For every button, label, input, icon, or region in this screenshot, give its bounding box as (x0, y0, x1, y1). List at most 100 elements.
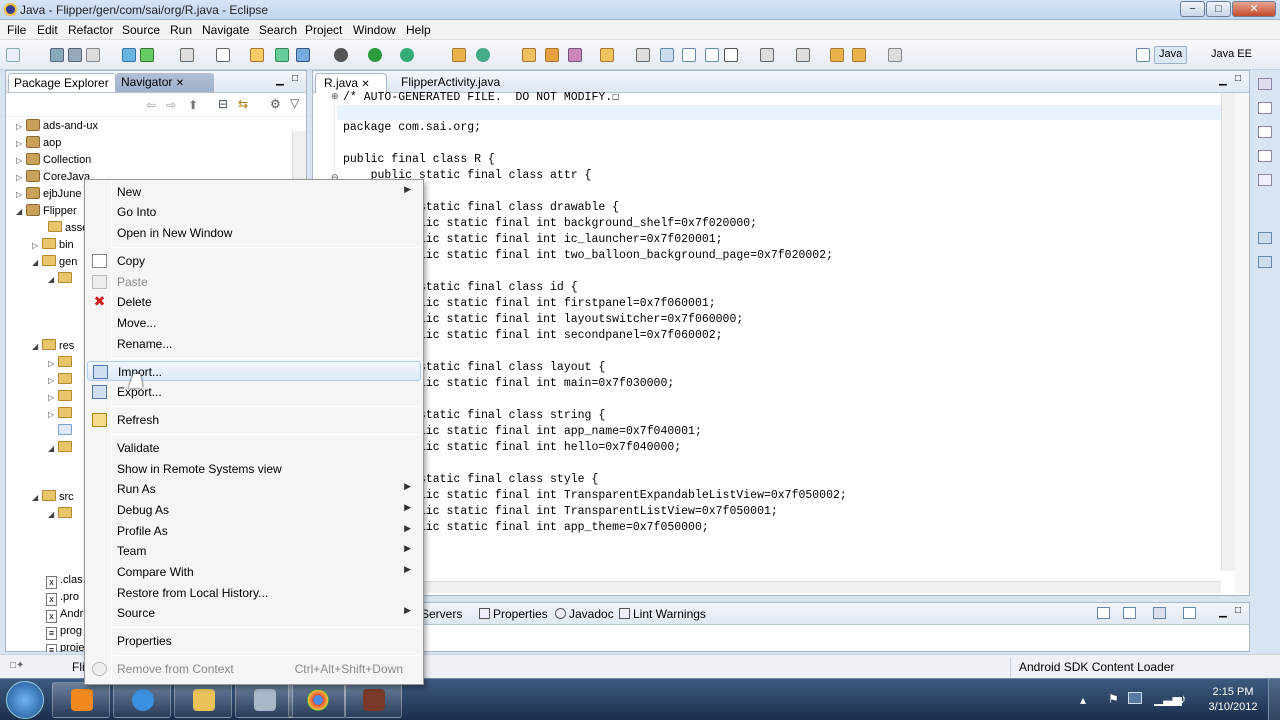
fast-view-icon[interactable]: □✦ (10, 660, 24, 671)
back-arrow-icon[interactable]: ⇦ (146, 98, 156, 112)
prev-annotation-icon[interactable] (796, 48, 810, 62)
tree-item[interactable]: asse (38, 221, 88, 238)
perspective-javaee[interactable]: Java EE (1206, 46, 1257, 64)
minimize-editor-icon[interactable]: ▁ (1219, 75, 1227, 86)
start-orb-icon[interactable] (6, 681, 44, 719)
filter-icon[interactable]: ⚙ (270, 97, 281, 111)
open-resource-icon[interactable] (545, 48, 559, 62)
tree-item[interactable] (48, 424, 75, 441)
menu-item-source[interactable]: Source ▶ (87, 603, 421, 623)
tree-item[interactable]: ◢ gen (32, 255, 77, 272)
menu-item-move[interactable]: Move... (87, 313, 421, 333)
taskbar-game[interactable] (344, 682, 402, 718)
menu-item-go-into[interactable]: Go Into (87, 202, 421, 222)
menu-search[interactable]: Search (259, 23, 297, 37)
menu-item-new[interactable]: New ▶ (87, 182, 421, 202)
maximize-button[interactable]: □ (1206, 1, 1231, 17)
tree-item[interactable]: ▷ aop (16, 136, 61, 153)
editor-vertical-scrollbar[interactable] (1221, 93, 1235, 571)
android-sdk-icon[interactable] (122, 48, 136, 62)
tree-item[interactable]: x .pro (46, 591, 79, 608)
up-icon[interactable]: ⬆ (188, 98, 198, 112)
link-editor-icon[interactable]: ⇆ (238, 97, 248, 111)
tree-item[interactable]: ◢ res (32, 339, 74, 356)
debug-icon[interactable] (334, 48, 348, 62)
taskbar-media-player[interactable] (52, 682, 110, 718)
menu-item-validate[interactable]: Validate (87, 438, 421, 458)
menu-window[interactable]: Window (353, 23, 396, 37)
open-type-icon[interactable] (452, 48, 466, 62)
outline-icon[interactable] (1258, 102, 1272, 114)
tree-item[interactable]: ◢ (48, 507, 75, 524)
menu-file[interactable]: File (7, 23, 26, 37)
show-desktop-button[interactable] (1268, 679, 1280, 720)
menu-item-open-in-new-window[interactable]: Open in New Window (87, 223, 421, 243)
taskbar-internet-explorer[interactable] (113, 682, 171, 718)
menu-run[interactable]: Run (170, 23, 192, 37)
menu-item-run-as[interactable]: Run As ▶ (87, 479, 421, 499)
menu-edit[interactable]: Edit (37, 23, 58, 37)
new-class-icon[interactable] (275, 48, 289, 62)
tree-item[interactable]: ▷ (48, 407, 75, 424)
menu-item-team[interactable]: Team ▶ (87, 541, 421, 561)
maximize-view-icon[interactable]: □ (292, 73, 298, 84)
print-icon[interactable] (86, 48, 100, 62)
open-console-icon[interactable] (1183, 607, 1196, 619)
taskbar-eclipse[interactable] (235, 682, 293, 718)
save-icon[interactable] (50, 48, 64, 62)
menu-item-profile-as[interactable]: Profile As ▶ (87, 521, 421, 541)
last-edit-icon[interactable] (830, 48, 844, 62)
back-icon[interactable] (852, 48, 866, 62)
devices-icon[interactable] (1258, 232, 1272, 244)
close-button[interactable]: ✕ (1232, 1, 1276, 17)
tree-item[interactable]: ▷ (48, 373, 75, 390)
tree-item[interactable]: ≡ proje (46, 642, 84, 652)
menu-item-paste[interactable]: Paste (87, 272, 421, 292)
tree-item[interactable]: ▷ ejbJune (16, 187, 82, 204)
editor-horizontal-scrollbar[interactable] (337, 581, 1221, 593)
folder-icon[interactable] (600, 48, 614, 62)
restore-icon[interactable] (1258, 78, 1272, 90)
tree-item[interactable]: ≡ prog (46, 625, 82, 642)
new-java-class-icon[interactable] (476, 48, 490, 62)
tab-package-explorer[interactable]: Package Explorer (8, 73, 116, 92)
menu-item-compare-with[interactable]: Compare With ▶ (87, 562, 421, 582)
menu-refactor[interactable]: Refactor (68, 23, 113, 37)
pin-icon[interactable] (1123, 607, 1136, 619)
task-list-icon[interactable] (1258, 150, 1272, 162)
tab-navigator[interactable]: Navigator ✕ (116, 73, 214, 92)
minimize-button[interactable]: − (1180, 1, 1205, 17)
task-icon[interactable] (216, 48, 230, 62)
new-interface-icon[interactable] (296, 48, 310, 62)
menu-item-properties[interactable]: Properties (87, 631, 421, 651)
tree-item[interactable]: ◢ src (32, 490, 74, 507)
tree-item[interactable]: ▷ CoreJava (16, 170, 90, 187)
tab-lint-warnings[interactable]: Lint Warnings (615, 606, 710, 624)
menu-item-show-in-remote-systems[interactable]: Show in Remote Systems view (87, 459, 421, 479)
menu-navigate[interactable]: Navigate (202, 23, 249, 37)
run-external-icon[interactable] (400, 48, 414, 62)
close-icon[interactable]: ✕ (176, 78, 184, 89)
new-icon[interactable] (6, 48, 20, 62)
code-line[interactable]: /* AUTO-GENERATED FILE. DO NOT MODIFY.☐ (343, 89, 619, 105)
menu-item-debug-as[interactable]: Debug As ▶ (87, 500, 421, 520)
open-folder-icon[interactable] (522, 48, 536, 62)
menu-item-remove-from-context[interactable]: Remove from Context Ctrl+Alt+Shift+Down (87, 659, 421, 679)
tree-item[interactable]: x Andr (46, 608, 83, 625)
code-line[interactable]: package com.sai.org; (343, 121, 481, 137)
block-select-icon[interactable] (705, 48, 719, 62)
fold-icon[interactable]: ⊕ (331, 91, 339, 102)
taskbar-chrome[interactable] (288, 682, 346, 718)
show-whitespace-icon[interactable] (724, 48, 738, 62)
tree-item[interactable]: ▷ Collection (16, 153, 91, 170)
minimize-view-icon[interactable]: ▁ (276, 75, 284, 86)
menu-item-delete[interactable]: ✖ Delete (87, 292, 421, 312)
new-package-icon[interactable] (250, 48, 264, 62)
volume-icon[interactable]: ♪ (1180, 691, 1187, 706)
android-avd-icon[interactable] (140, 48, 154, 62)
tree-item[interactable]: ▷ bin (32, 238, 74, 255)
tree-item[interactable]: ◢ Flipper (16, 204, 77, 221)
taskbar-windows-explorer[interactable] (174, 682, 232, 718)
action-center-icon[interactable]: ⚑ (1108, 692, 1119, 706)
menu-item-rename[interactable]: Rename... (87, 334, 421, 354)
